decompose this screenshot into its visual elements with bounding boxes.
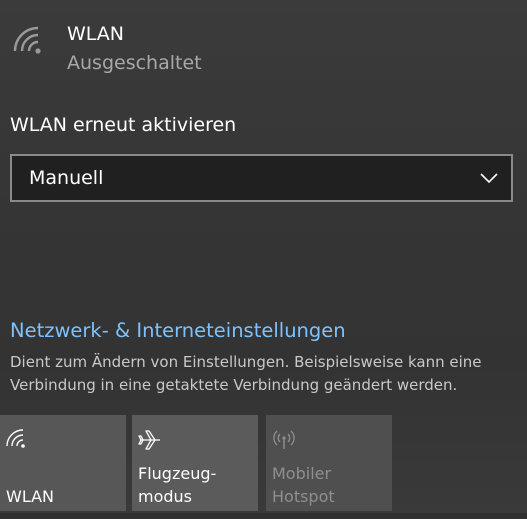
- wifi-status: Ausgeschaltet: [67, 52, 202, 74]
- reactivate-label: WLAN erneut aktivieren: [10, 114, 237, 136]
- hotspot-icon: [273, 430, 295, 449]
- tile-hotspot-label-line2: Hotspot: [272, 487, 335, 506]
- reactivate-dropdown[interactable]: Manuell: [10, 154, 513, 202]
- wifi-icon: [13, 26, 41, 54]
- tile-mobile-hotspot[interactable]: Mobiler Hotspot: [266, 415, 392, 511]
- tile-wlan[interactable]: WLAN: [0, 415, 126, 511]
- dropdown-value: Manuell: [29, 167, 104, 189]
- tile-hotspot-label-line1: Mobiler: [272, 464, 332, 483]
- network-settings-link[interactable]: Netzwerk- & Interneteinstellungen: [10, 318, 346, 344]
- wifi-title: WLAN: [67, 23, 125, 45]
- settings-description: Dient zum Ändern von Einstellungen. Beis…: [10, 353, 482, 394]
- airplane-icon: [138, 430, 160, 450]
- wifi-icon: [6, 429, 25, 448]
- taskbar-edge: [0, 513, 527, 519]
- quick-action-tiles: WLAN Flugzeug- modus Mobiler Hotspot: [0, 415, 527, 519]
- tile-flight-mode[interactable]: Flugzeug- modus: [132, 415, 258, 511]
- tile-flight-label-line1: Flugzeug-: [138, 464, 217, 483]
- tile-wlan-label: WLAN: [6, 487, 55, 506]
- tile-hotspot-label: Mobiler Hotspot: [272, 462, 335, 508]
- tile-flight-label-line2: modus: [138, 487, 193, 506]
- chevron-down-icon: [480, 173, 498, 184]
- tile-flight-label: Flugzeug- modus: [138, 462, 216, 508]
- wifi-header: WLAN Ausgeschaltet: [0, 0, 527, 90]
